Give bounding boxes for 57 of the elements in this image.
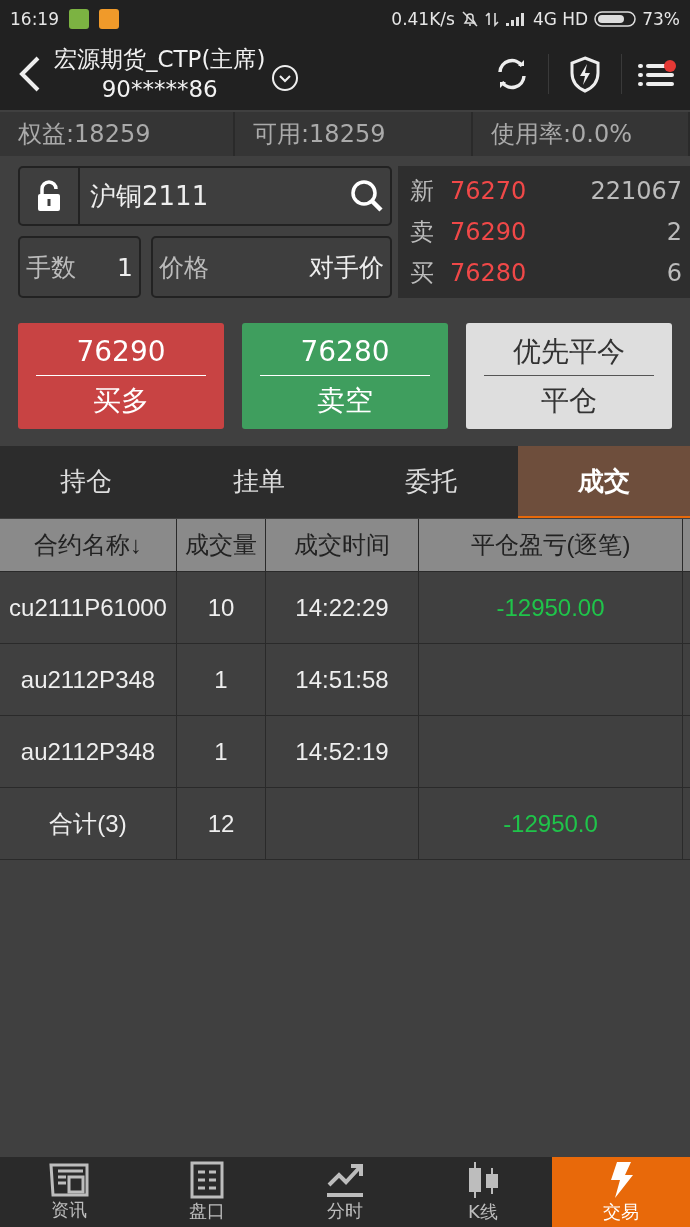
data-arrows-icon [484,11,499,27]
table-cell: 14:52:19 [266,716,419,787]
nav-tab[interactable]: 盘口 [138,1157,276,1227]
table-cell: 1 [177,644,266,715]
column-header[interactable]: 合约名称↓ [0,519,177,571]
table-cell: 14:51:58 [266,644,419,715]
nav-tab[interactable]: 分时 [276,1157,414,1227]
quote-volume: 2 [666,218,682,246]
close-position-button[interactable]: 优先平今 平仓 [466,323,672,429]
quote-price: 76270 [450,176,528,205]
account-title: 宏源期货_CTP(主席) [54,45,266,74]
dropdown-icon[interactable] [271,64,300,92]
search-icon[interactable] [350,179,384,213]
price-field[interactable]: 价格 对手价 [151,236,392,298]
signal-icon [504,12,527,26]
table-cell: 12 [177,788,266,859]
column-header[interactable]: 成交量 [177,519,266,571]
mute-bell-icon [460,10,479,28]
tab[interactable]: 委托 [345,446,518,518]
table-cell: au2112P348 [0,716,177,787]
tab[interactable]: 持仓 [0,446,173,518]
status-time: 16:19 [10,9,59,29]
table-cell: -12950.0 [419,788,683,859]
account-number: 90*****86 [101,75,218,104]
newspaper-icon [49,1162,89,1198]
account-stat: 权益:18259 [0,112,235,156]
column-header[interactable]: 成交时间 [266,519,419,571]
nav-tab[interactable]: 资讯 [0,1157,138,1227]
table-cell: 10 [177,572,266,643]
network-type: 4G HD [532,9,589,29]
table-cell: 1 [177,716,266,787]
table-cell: 合计(3) [0,788,177,859]
quote-volume: 221067 [590,176,682,205]
buy-long-button[interactable]: 76290 买多 [18,323,224,429]
table-cell: au2112P348 [0,644,177,715]
quote-label: 卖 [410,217,435,248]
nav-tab[interactable]: K线 [414,1157,552,1227]
account-stat: 使用率:0.0% [473,112,690,156]
tab[interactable]: 成交 [517,446,690,518]
table-cell: cu2111P61000 [0,572,177,643]
quote-price: 76280 [450,259,528,288]
list-sheet-icon [190,1161,224,1199]
trend-line-icon [325,1161,365,1199]
lots-field[interactable]: 手数 1 [18,236,141,298]
account-stat: 可用:18259 [235,112,473,156]
quote-label: 新 [410,175,435,207]
symbol-field[interactable]: 沪铜2111 [18,166,392,226]
table-cell: -12950.00 [419,572,683,643]
quote-volume: 6 [666,259,682,288]
network-speed: 0.41K/s [391,9,455,29]
battery-level: 73% [642,9,680,29]
column-header[interactable]: 平仓盈亏(逐笔) [419,519,683,571]
tab[interactable]: 挂单 [172,446,345,518]
quote-price: 76290 [450,218,528,246]
table-cell: 14:22:29 [266,572,419,643]
battery-icon [594,11,637,27]
quote-label: 买 [410,258,435,290]
